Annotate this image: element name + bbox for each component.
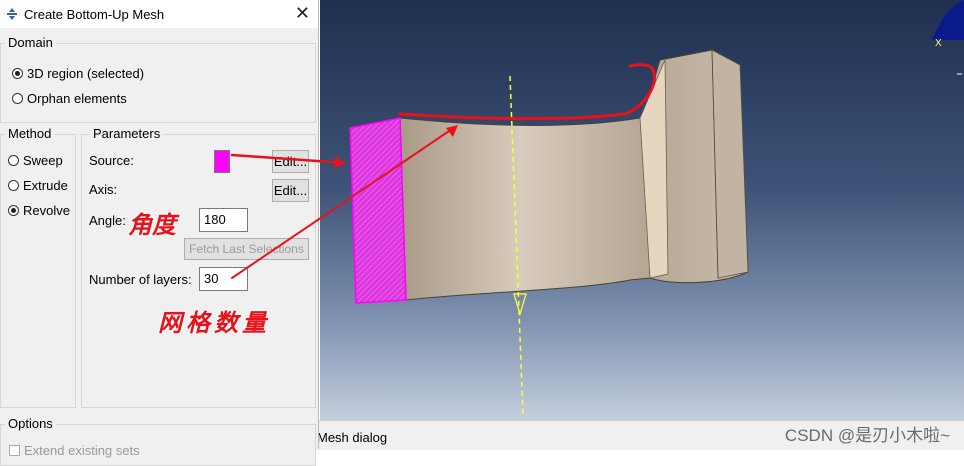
method-option-sweep[interactable]: Sweep (8, 153, 63, 168)
axis-label: Axis: (89, 182, 118, 197)
angle-input[interactable]: 180 (199, 208, 248, 232)
parameters-group: Parameters Source: Edit... Axis: Edit...… (81, 126, 316, 408)
parameters-label: Parameters (90, 126, 164, 141)
method-option-extrude[interactable]: Extrude (8, 178, 68, 193)
radio-icon[interactable] (8, 155, 19, 166)
method-label: Method (5, 126, 55, 141)
revolved-body (399, 49, 749, 301)
radio-icon[interactable] (8, 205, 19, 216)
source-label: Source: (89, 153, 134, 168)
checkbox-icon[interactable] (9, 445, 20, 456)
radio-icon[interactable] (12, 93, 23, 104)
triad-x-label: X (935, 38, 942, 49)
method-group: Method Sweep Extrude Revolve (0, 126, 76, 408)
source-face (349, 117, 407, 304)
source-color-swatch (214, 150, 230, 173)
app-icon (5, 7, 19, 24)
status-message: Mesh dialog (317, 430, 388, 445)
domain-option-3d-region[interactable]: 3D region (selected) (12, 66, 144, 81)
domain-label: Domain (5, 35, 56, 50)
view-triad (932, 0, 964, 40)
radio-icon[interactable] (12, 68, 23, 79)
method-option-revolve[interactable]: Revolve (8, 203, 70, 218)
layers-input[interactable]: 30 (199, 267, 248, 291)
layers-label: Number of layers: (89, 272, 192, 287)
fetch-last-selections-button[interactable]: Fetch Last Selections (184, 238, 309, 260)
close-icon[interactable]: ✕ (295, 3, 310, 24)
options-group: Options Extend existing sets (0, 416, 316, 466)
domain-group: Domain 3D region (selected) Orphan eleme… (0, 35, 316, 123)
radio-icon[interactable] (8, 180, 19, 191)
angle-label: Angle: (89, 213, 126, 228)
layers-annotation: 网格数量 (158, 308, 270, 337)
dialog-titlebar[interactable]: Create Bottom-Up Mesh ✕ (0, 0, 318, 28)
axis-edit-button[interactable]: Edit... (272, 179, 309, 202)
watermark: CSDN @是刃小木啦~ (784, 426, 950, 445)
dialog-title: Create Bottom-Up Mesh (24, 7, 165, 22)
part-model: X (349, 0, 964, 416)
status-bar: Mesh dialog CSDN @是刃小木啦~ (310, 420, 964, 450)
angle-annotation: 角度 (128, 210, 176, 239)
options-label: Options (5, 416, 56, 431)
extend-existing-sets-checkbox[interactable]: Extend existing sets (9, 443, 140, 458)
model-viewport[interactable]: X (320, 0, 964, 420)
source-edit-button[interactable]: Edit... (272, 150, 309, 173)
domain-option-orphan[interactable]: Orphan elements (12, 91, 127, 106)
